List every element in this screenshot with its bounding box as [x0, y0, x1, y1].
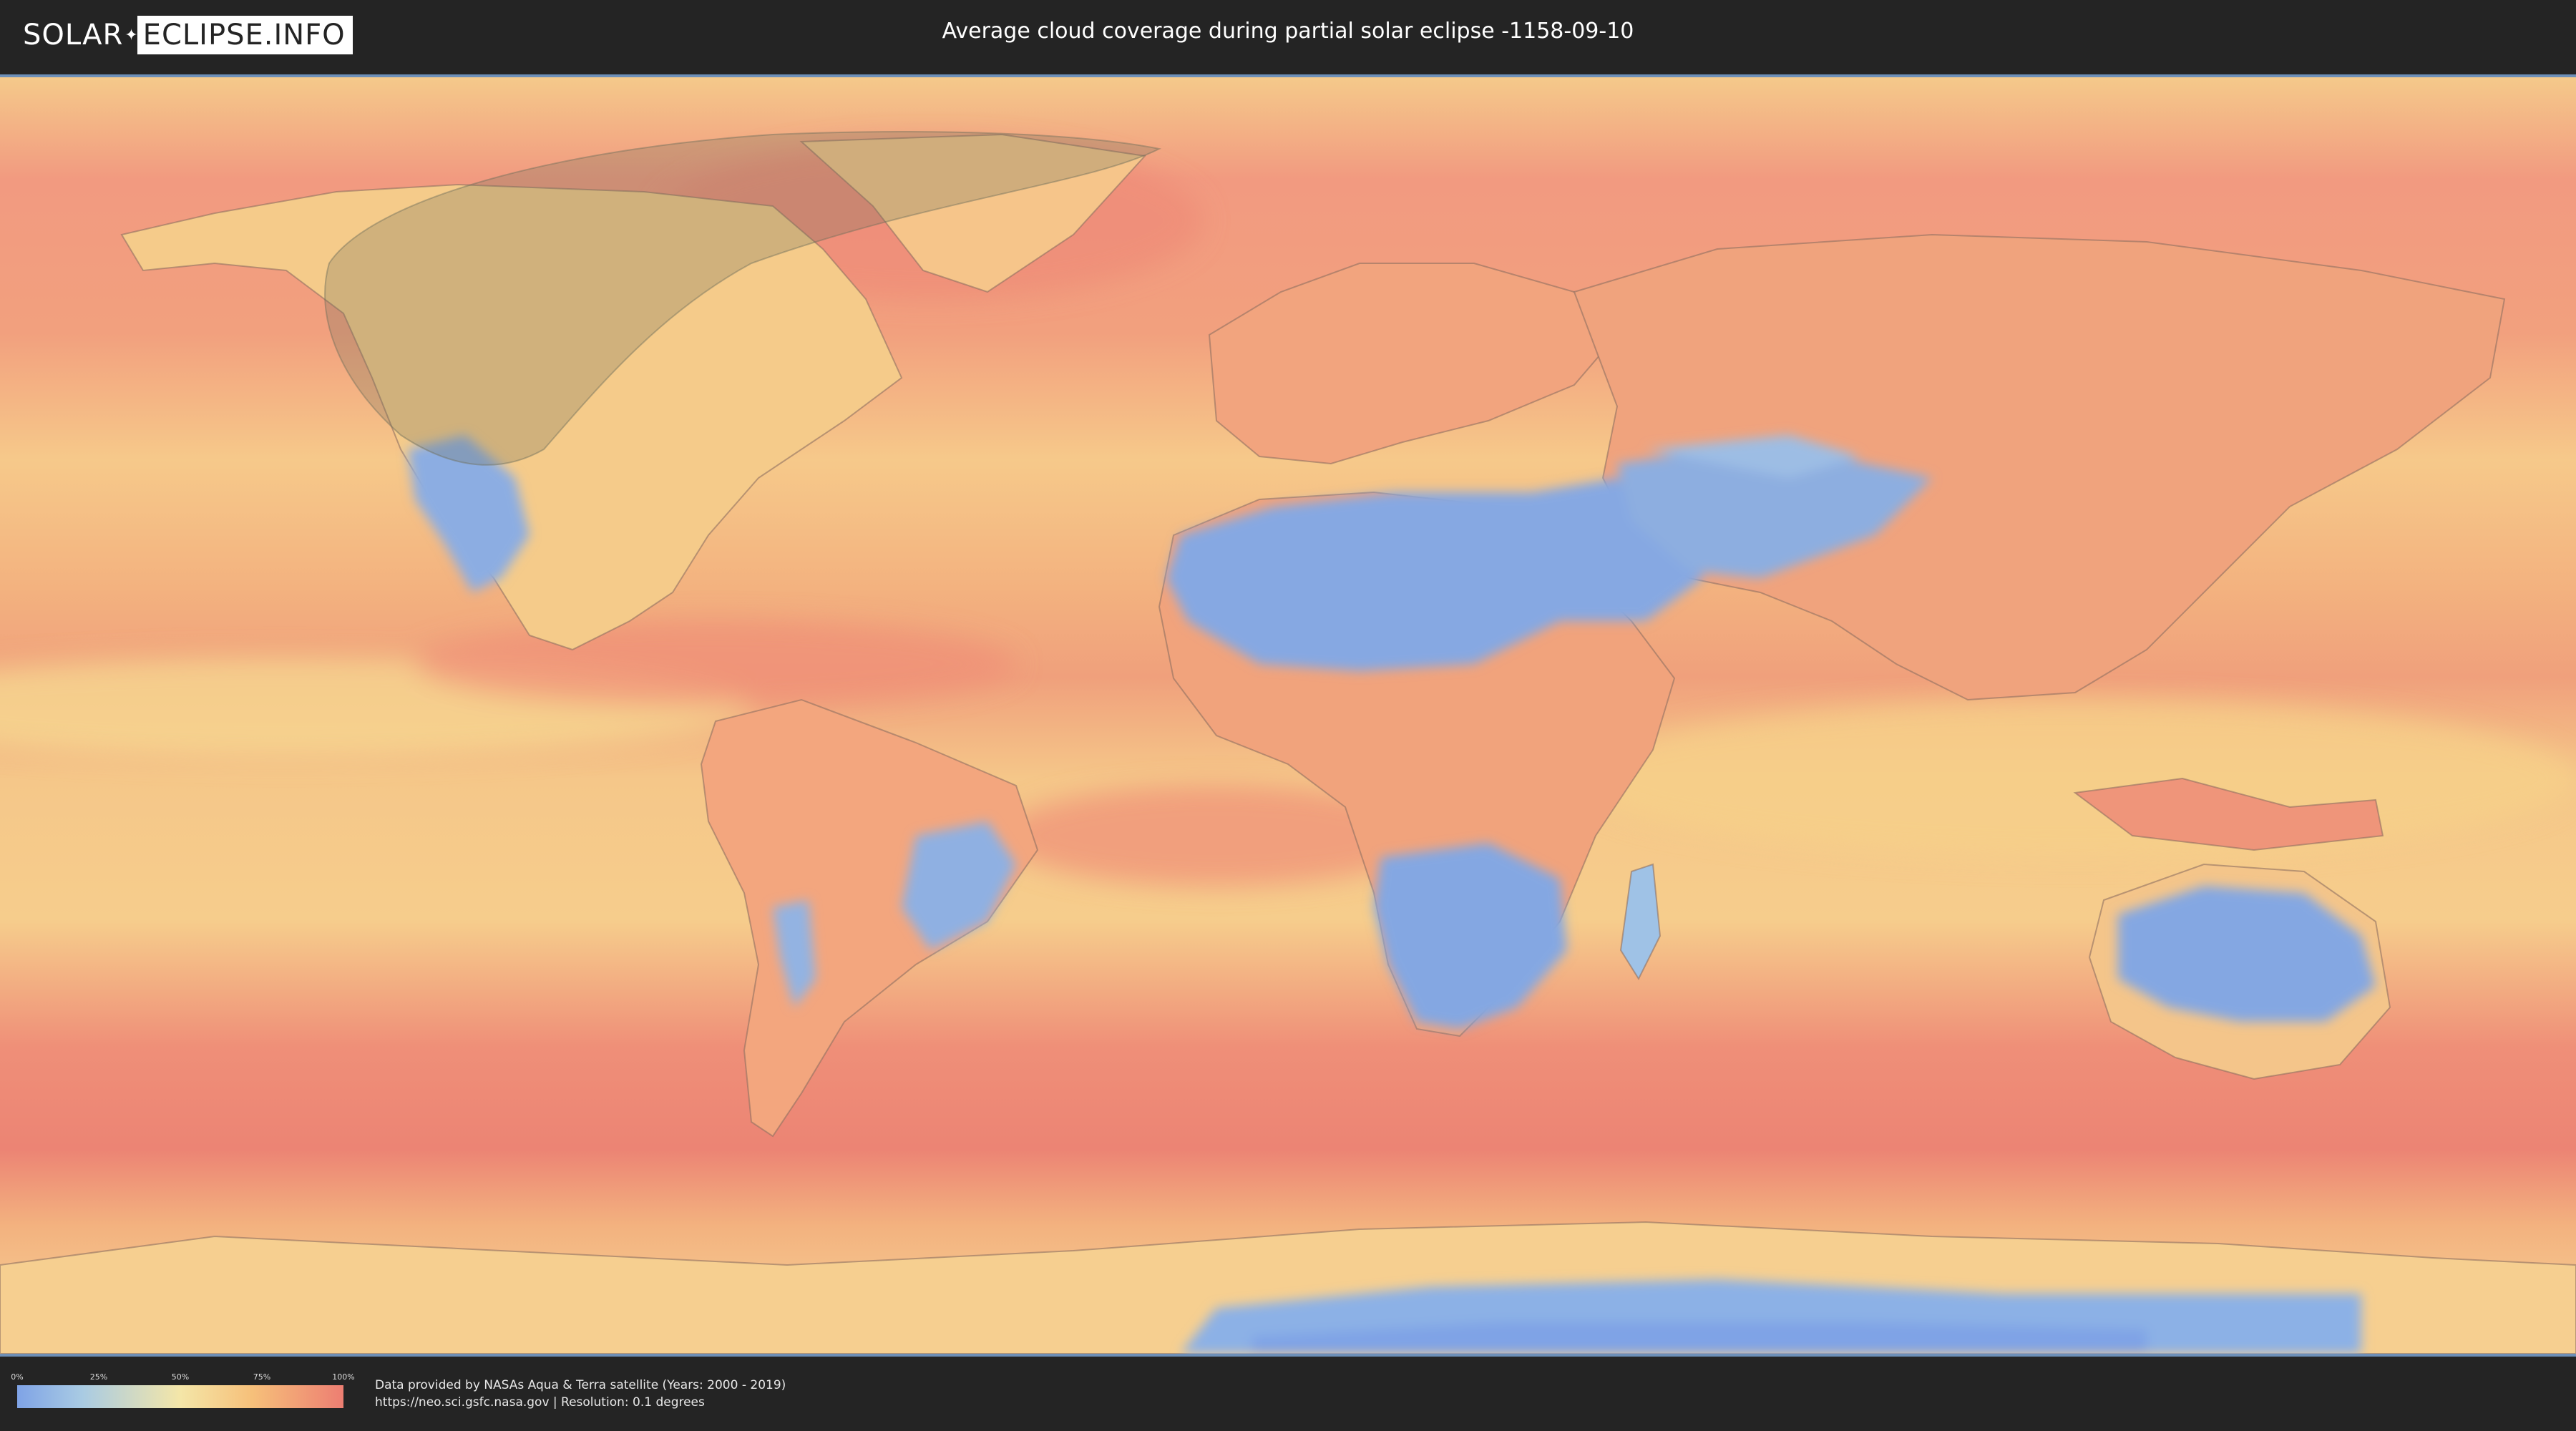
credit-line-url[interactable]: https://neo.sci.gsfc.nasa.gov | Resoluti… [375, 1394, 786, 1411]
page-title: Average cloud coverage during partial so… [942, 19, 1634, 44]
legend-color-bar [17, 1385, 343, 1408]
credit-line-source: Data provided by NASAs Aqua & Terra sate… [375, 1378, 786, 1392]
footer-bar: 0% 25% 50% 75% 100% Data provided by NAS… [0, 1357, 2576, 1431]
legend-tick: 75% [253, 1372, 271, 1382]
legend-tick: 0% [11, 1372, 24, 1382]
legend-tick: 100% [332, 1372, 355, 1382]
data-credits: Data provided by NASAs Aqua & Terra sate… [375, 1377, 786, 1411]
cloud-coverage-legend: 0% 25% 50% 75% 100% [11, 1372, 355, 1408]
world-map[interactable] [0, 74, 2576, 1357]
header-bar: SOLAR ✦ ECLIPSE.INFO Average cloud coverag… [0, 0, 2576, 72]
legend-tick: 50% [171, 1372, 190, 1382]
legend-ticks: 0% 25% 50% 75% 100% [11, 1372, 354, 1384]
cloud-coverage-map [0, 77, 2576, 1354]
legend-tick: 25% [89, 1372, 108, 1382]
